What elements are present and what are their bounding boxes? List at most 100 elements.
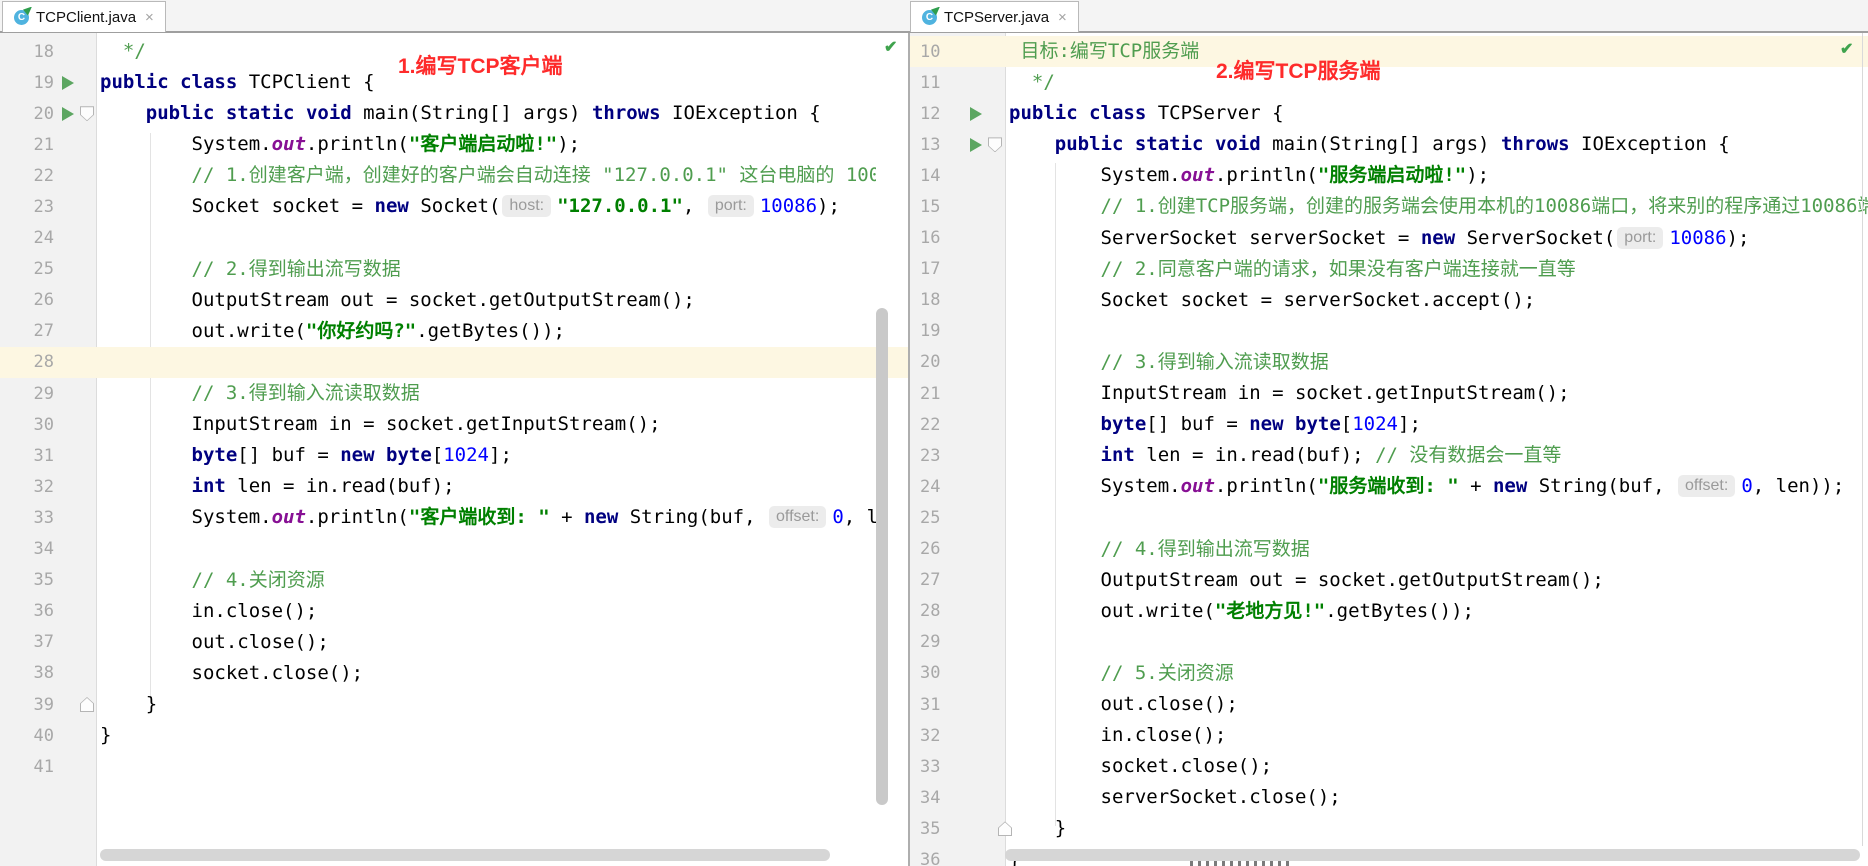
code-text[interactable]: // 5.关闭资源 (1005, 658, 1868, 689)
line-number[interactable]: 25 (0, 259, 54, 279)
code-text[interactable]: // 3.得到输入流读取数据 (1005, 347, 1868, 378)
code-text[interactable]: Socket socket = serverSocket.accept(); (1005, 285, 1868, 316)
code-line[interactable]: 27 out.write("你好约吗?".getBytes()); (0, 316, 908, 347)
code-line[interactable]: 24 (0, 223, 908, 254)
code-line[interactable]: 27 OutputStream out = socket.getOutputSt… (910, 565, 1868, 596)
line-number[interactable]: 26 (0, 290, 54, 310)
code-text[interactable]: out.close(); (96, 627, 876, 658)
line-number[interactable]: 18 (0, 42, 54, 62)
line-number[interactable]: 20 (910, 352, 962, 372)
code-line[interactable]: 35 // 4.关闭资源 (0, 565, 908, 596)
code-text[interactable]: out.write("你好约吗?".getBytes()); (96, 316, 876, 347)
code-line[interactable]: 36 in.close(); (0, 596, 908, 627)
line-number[interactable]: 14 (910, 166, 962, 186)
line-number[interactable]: 22 (0, 166, 54, 186)
line-number[interactable]: 32 (0, 477, 54, 497)
code-text[interactable]: public static void main(String[] args) t… (1005, 129, 1868, 160)
code-text[interactable] (96, 347, 876, 378)
code-text[interactable]: // 3.得到输入流读取数据 (96, 378, 876, 409)
line-number[interactable]: 22 (910, 415, 962, 435)
code-text[interactable]: System.out.println("服务端收到: " + new Strin… (1005, 471, 1868, 502)
code-line[interactable]: 25 // 2.得到输出流写数据 (0, 254, 908, 285)
line-number[interactable]: 15 (910, 197, 962, 217)
inspections-status-icon[interactable]: ✔ (884, 37, 897, 57)
code-text[interactable]: socket.close(); (96, 658, 876, 689)
code-text[interactable]: System.out.println("客户端收到: " + new Strin… (96, 502, 876, 533)
code-text[interactable] (96, 534, 876, 565)
code-line[interactable]: 13 public static void main(String[] args… (910, 129, 1868, 160)
line-number[interactable]: 24 (0, 228, 54, 248)
vertical-scrollbar-thumb[interactable] (876, 308, 888, 805)
line-number[interactable]: 36 (0, 601, 54, 621)
code-line[interactable]: 34 serverSocket.close(); (910, 782, 1868, 813)
code-text[interactable]: socket.close(); (1005, 751, 1868, 782)
line-number[interactable]: 18 (910, 290, 962, 310)
code-text[interactable]: */ (1005, 67, 1868, 98)
code-text[interactable]: // 2.同意客户端的请求，如果没有客户端连接就一直等 (1005, 254, 1868, 285)
code-text[interactable]: InputStream in = socket.getInputStream()… (1005, 378, 1868, 409)
line-number[interactable]: 26 (910, 539, 962, 559)
line-number[interactable]: 31 (910, 695, 962, 715)
code-line[interactable]: 33 socket.close(); (910, 751, 1868, 782)
line-number[interactable]: 11 (910, 73, 962, 93)
line-number[interactable]: 30 (910, 663, 962, 683)
code-text[interactable]: public class TCPServer { (1005, 98, 1868, 129)
line-number[interactable]: 35 (910, 819, 962, 839)
fold-region-icon[interactable] (80, 106, 94, 122)
code-line[interactable]: 34 (0, 534, 908, 565)
code-line[interactable]: 23 int len = in.read(buf); // 没有数据会一直等 (910, 440, 1868, 471)
line-number[interactable]: 29 (0, 384, 54, 404)
code-text[interactable]: public static void main(String[] args) t… (96, 98, 876, 129)
line-number[interactable]: 25 (910, 508, 962, 528)
tab-tcpclient[interactable]: C TCPClient.java × (2, 1, 166, 32)
code-text[interactable]: byte[] buf = new byte[1024]; (1005, 409, 1868, 440)
code-line[interactable]: 31 byte[] buf = new byte[1024]; (0, 440, 908, 471)
code-line[interactable]: 26 // 4.得到输出流写数据 (910, 534, 1868, 565)
code-text[interactable]: // 1.创建TCP服务端，创建的服务端会使用本机的10086端口，将来别的程序… (1005, 191, 1868, 222)
code-text[interactable]: serverSocket.close(); (1005, 782, 1868, 813)
line-number[interactable]: 24 (910, 477, 962, 497)
code-text[interactable]: // 4.关闭资源 (96, 565, 876, 596)
code-text[interactable] (1005, 502, 1868, 533)
code-line[interactable]: 32 int len = in.read(buf); (0, 471, 908, 502)
code-line[interactable]: 12 public class TCPServer { (910, 98, 1868, 129)
line-number[interactable]: 38 (0, 663, 54, 683)
code-text[interactable]: int len = in.read(buf); // 没有数据会一直等 (1005, 440, 1868, 471)
run-button-icon[interactable] (62, 106, 74, 121)
line-number[interactable]: 23 (0, 197, 54, 217)
code-text[interactable]: // 2.得到输出流写数据 (96, 254, 876, 285)
code-line[interactable]: 22 byte[] buf = new byte[1024]; (910, 409, 1868, 440)
inspections-status-icon[interactable]: ✔ (1840, 39, 1853, 59)
code-line[interactable]: 15 // 1.创建TCP服务端，创建的服务端会使用本机的10086端口，将来别… (910, 191, 1868, 222)
code-text[interactable]: OutputStream out = socket.getOutputStrea… (1005, 565, 1868, 596)
code-text[interactable] (96, 223, 876, 254)
line-number[interactable]: 19 (0, 73, 54, 93)
code-text[interactable]: Socket socket = new Socket(host: "127.0.0… (96, 191, 876, 222)
code-line[interactable]: 30 // 5.关闭资源 (910, 658, 1868, 689)
code-text[interactable]: in.close(); (1005, 720, 1868, 751)
horizontal-scrollbar-thumb[interactable] (1005, 849, 1860, 861)
line-number[interactable]: 23 (910, 446, 962, 466)
line-number[interactable]: 21 (0, 135, 54, 155)
close-tab-icon[interactable]: × (1058, 9, 1067, 26)
run-button-icon[interactable] (970, 106, 982, 121)
line-number[interactable]: 21 (910, 384, 962, 404)
code-line[interactable]: 24 System.out.println("服务端收到: " + new St… (910, 471, 1868, 502)
line-number[interactable]: 34 (910, 788, 962, 808)
line-number[interactable]: 28 (0, 352, 54, 372)
line-number[interactable]: 28 (910, 601, 962, 621)
code-line[interactable]: 20 public static void main(String[] args… (0, 98, 908, 129)
code-line[interactable]: 39 } (0, 689, 908, 720)
run-button-icon[interactable] (970, 137, 982, 152)
code-line[interactable]: 37 out.close(); (0, 627, 908, 658)
code-line[interactable]: 28 (0, 346, 908, 379)
code-line[interactable]: 17 // 2.同意客户端的请求，如果没有客户端连接就一直等 (910, 254, 1868, 285)
line-number[interactable]: 17 (910, 259, 962, 279)
line-number[interactable]: 19 (910, 321, 962, 341)
code-text[interactable]: } (96, 720, 876, 751)
code-text[interactable]: OutputStream out = socket.getOutputStrea… (96, 285, 876, 316)
line-number[interactable]: 37 (0, 632, 54, 652)
line-number[interactable]: 40 (0, 726, 54, 746)
run-button-icon[interactable] (62, 75, 74, 90)
code-line[interactable]: 21 InputStream in = socket.getInputStrea… (910, 378, 1868, 409)
